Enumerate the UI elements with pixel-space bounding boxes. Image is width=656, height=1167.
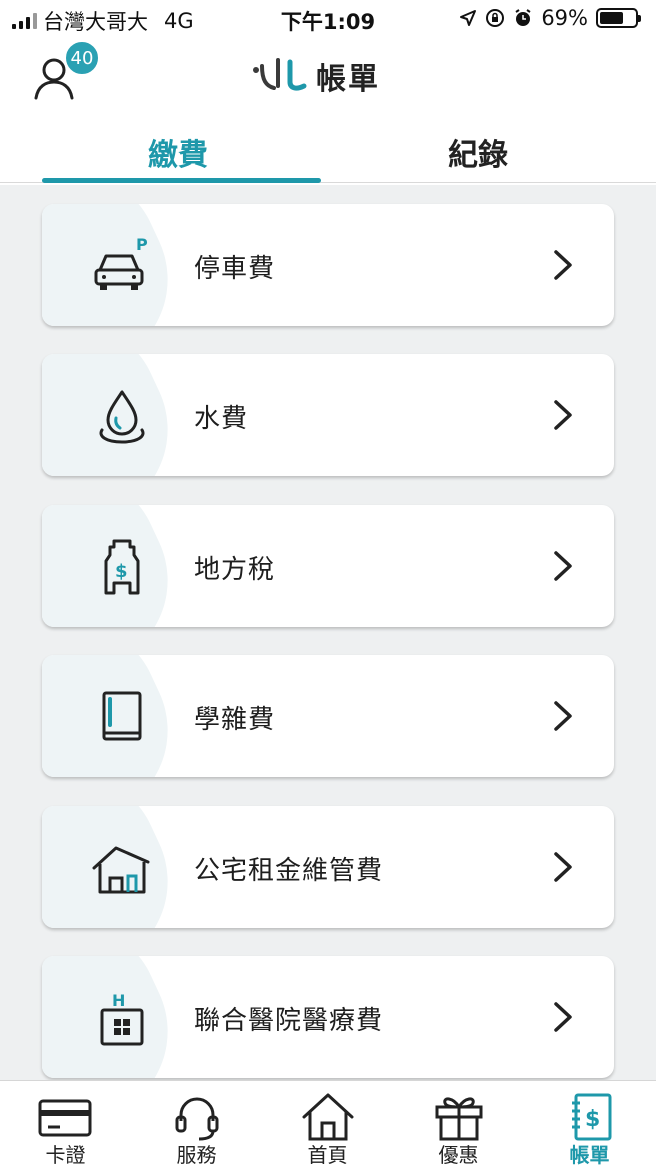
bill-label: 聯合醫院醫療費 [194,1006,384,1036]
book-icon [102,691,142,741]
hospital-icon: H [100,991,144,1046]
nav-item-offers[interactable]: 優惠 [393,1081,524,1167]
battery-level [600,12,624,24]
headset-icon [175,1097,219,1141]
page-title: 帳單 [316,62,380,97]
nav-item-home[interactable]: 首頁 [262,1081,393,1167]
nav-item-bills[interactable]: $ 帳單 [524,1081,655,1167]
nav-item-services[interactable]: 服務 [131,1081,262,1167]
app-logo-icon [253,58,307,91]
nav-label: 帳單 [569,1143,610,1167]
nav-label: 卡證 [45,1143,86,1167]
house-icon [92,846,150,894]
parking-car-icon: P [94,236,148,290]
app-header: 40 帳單 繳費 紀錄 [0,40,656,185]
bill-card-local-tax[interactable]: $ 地方稅 [42,505,614,627]
rotation-lock-icon [486,9,505,27]
bill-label: 水費 [194,404,249,434]
home-icon [302,1093,354,1141]
svg-text:$: $ [585,1107,600,1132]
bottom-nav: 卡證 服務 首頁 優惠 $ 帳單 [0,1080,656,1167]
bill-label: 地方稅 [194,555,276,585]
bill-card-tuition[interactable]: 學雜費 [42,655,614,777]
gift-icon [435,1097,483,1141]
chevron-right-icon [554,852,572,882]
tab-payment[interactable]: 繳費 [148,130,208,174]
alarm-icon [515,9,531,26]
chevron-right-icon [554,701,572,731]
chevron-right-icon [554,551,572,581]
battery-percent: 69% [541,6,588,30]
water-drop-icon [99,390,145,444]
bill-card-hospital[interactable]: H 聯合醫院醫療費 [42,956,614,1078]
battery-icon [596,8,641,28]
svg-text:H: H [112,991,125,1010]
tax-building-icon: $ [104,539,140,595]
notification-badge[interactable]: 40 [64,40,100,76]
nav-label: 優惠 [438,1143,479,1167]
status-right: 69% [459,6,641,30]
bill-label: 學雜費 [194,705,276,735]
bill-label: 停車費 [194,254,276,284]
status-bar: 台灣大哥大 4G 下午1:09 69% [0,0,656,40]
nav-item-cards[interactable]: 卡證 [0,1081,131,1167]
svg-text:P: P [136,236,148,254]
active-tab-indicator [42,178,321,183]
chevron-right-icon [554,1002,572,1032]
nav-label: 首頁 [307,1143,348,1167]
brand: 帳單 [248,54,380,98]
bill-label: 公宅租金維管費 [194,856,384,886]
tab-records[interactable]: 紀錄 [448,130,508,174]
chevron-right-icon [554,400,572,430]
chevron-right-icon [554,250,572,280]
svg-text:$: $ [115,561,128,582]
card-icon [38,1099,92,1137]
bill-icon: $ [572,1093,612,1141]
bill-card-public-housing[interactable]: 公宅租金維管費 [42,806,614,928]
location-arrow-icon [460,10,477,26]
nav-label: 服務 [176,1143,217,1167]
bill-card-water[interactable]: 水費 [42,354,614,476]
bill-card-parking[interactable]: P 停車費 [42,204,614,326]
tab-bar: 繳費 紀錄 [0,130,656,185]
